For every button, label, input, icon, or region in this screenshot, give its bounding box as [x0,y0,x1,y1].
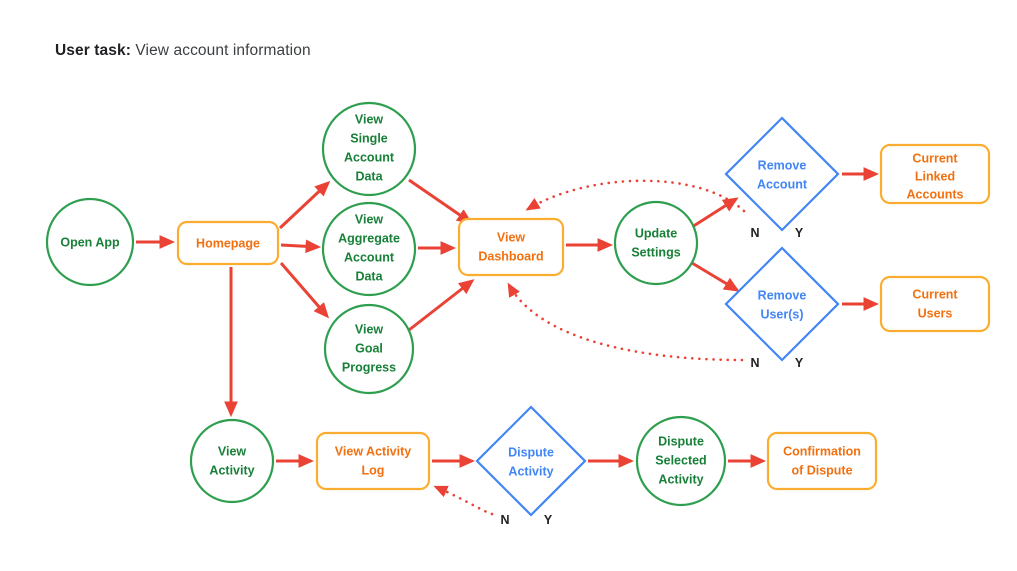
node-label-line-1: Update [635,226,677,240]
node-shape-diamond [724,116,840,232]
edge-homepage-to-view-single-account-data [278,180,331,230]
node-label-line-1: Confirmation [783,444,861,458]
edge-homepage-to-view-aggregate-account-data [280,239,322,254]
edge-view-goal-progress-to-view-dashboard [408,279,475,332]
node-dispute-activity[interactable]: Dispute Activity [475,405,587,517]
node-label-line-2: Dashboard [478,249,543,263]
flowchart-canvas: Open App Homepage View Single Account Da… [45,101,991,527]
node-label-line-2: Goal [355,341,383,355]
node-label-line-1: Current [912,287,958,301]
node-label-line-2: Activity [508,464,553,478]
node-shape-rect [879,275,991,333]
node-label-line-1: View [497,230,526,244]
node-label-line-1: View [355,212,384,226]
node-view-single-account-data[interactable]: View Single Account Data [321,101,417,197]
branch-label-remove-account-no: N [750,226,759,240]
node-current-linked-accounts[interactable]: Current Linked Accounts [879,143,991,205]
branch-label-dispute-activity-no: N [500,513,509,527]
node-shape-circle [613,200,699,286]
node-label-line-4: Data [355,169,383,183]
edge-homepage-to-view-goal-progress [279,262,330,319]
node-label-line-3: Activity [658,472,703,486]
edge-update-settings-to-remove-account [691,197,739,229]
node-label-line-2: Account [757,177,808,191]
node-current-users[interactable]: Current Users [879,275,991,333]
node-remove-account[interactable]: Remove Account [724,116,840,232]
node-label-line-2: Single [350,131,388,145]
node-shape-rect [315,431,431,491]
node-label-line-2: Linked [915,169,955,183]
node-label: Open App [60,235,120,249]
node-label-line-2: Settings [631,245,680,259]
node-label-line-3: Accounts [907,187,964,201]
edge-update-settings-to-remove-users [691,261,740,292]
branch-label-remove-users-yes: Y [795,356,804,370]
node-label-line-3: Progress [342,360,396,374]
node-label-line-3: Account [344,150,395,164]
node-label-line-2: Users [918,306,953,320]
node-label-line-1: Remove [758,158,807,172]
branch-label-dispute-activity-yes: Y [544,513,553,527]
node-label-line-2: Log [362,463,385,477]
node-label-line-1: View [218,444,247,458]
node-view-aggregate-account-data[interactable]: View Aggregate Account Data [321,201,417,297]
node-open-app[interactable]: Open App [45,197,135,287]
node-label-line-1: Current [912,151,958,165]
node-label-line-1: View [355,322,384,336]
node-label: Homepage [196,236,260,250]
node-shape-diamond [475,405,587,517]
node-label-line-2: Selected [655,453,706,467]
edge-view-single-account-data-to-view-dashboard [408,178,473,224]
node-homepage[interactable]: Homepage [176,220,280,266]
edge-remove-users-to-view-dashboard-no [507,282,744,362]
node-label-line-2: User(s) [760,307,803,321]
node-view-activity[interactable]: View Activity [189,418,275,504]
node-shape-diamond [724,246,840,362]
node-confirmation-of-dispute[interactable]: Confirmation of Dispute [766,431,878,491]
node-label-line-4: Data [355,269,383,283]
node-label-line-1: Remove [758,288,807,302]
node-shape-circle [189,418,275,504]
node-remove-users[interactable]: Remove User(s) [724,246,840,362]
node-dispute-selected-activity[interactable]: Dispute Selected Activity [635,415,727,507]
node-update-settings[interactable]: Update Settings [613,200,699,286]
node-label-line-1: Dispute [508,445,554,459]
node-label-line-1: View [355,112,384,126]
node-label-line-2: Aggregate [338,231,400,245]
node-label-line-2: of Dispute [791,463,852,477]
node-shape-rect [766,431,878,491]
branch-label-remove-users-no: N [750,356,759,370]
node-label-line-2: Activity [209,463,254,477]
branch-label-remove-account-yes: Y [795,226,804,240]
node-shape-rect [457,217,565,277]
node-view-activity-log[interactable]: View Activity Log [315,431,431,491]
node-label-line-1: View Activity [335,444,411,458]
node-view-goal-progress[interactable]: View Goal Progress [323,303,415,395]
node-label-line-1: Dispute [658,434,704,448]
node-label-line-3: Account [344,250,395,264]
edge-dispute-activity-to-view-activity-log-no [433,485,494,516]
node-view-dashboard[interactable]: View Dashboard [457,217,565,277]
